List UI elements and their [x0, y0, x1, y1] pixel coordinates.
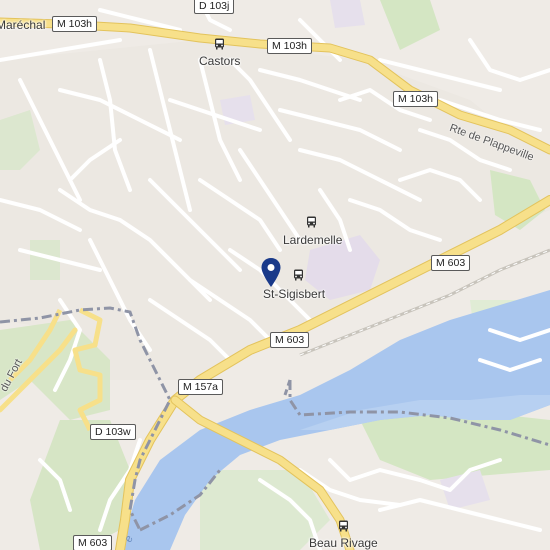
road-shield-m103h: M 103h	[267, 38, 313, 54]
map-viewport[interactable]: D 103j M 103h M 103h M 103h M 603 M 603 …	[0, 0, 550, 550]
road-shield-m103h: M 103h	[52, 16, 98, 32]
bus-stop-icon[interactable]	[338, 520, 349, 532]
road-shield-m157a: M 157a	[178, 379, 224, 395]
place-label-castors[interactable]: Castors	[199, 54, 240, 68]
road-shield-m603: M 603	[73, 535, 113, 550]
place-label-marechal[interactable]: Maréchal	[0, 18, 45, 32]
road-shield-d103j: D 103j	[194, 0, 235, 14]
road-shield-m603: M 603	[431, 255, 471, 271]
bus-stop-icon[interactable]	[306, 216, 317, 228]
bus-stop-icon[interactable]	[293, 269, 304, 281]
bus-stop-icon[interactable]	[214, 38, 225, 50]
place-label-beau-rivage[interactable]: Beau Rivage	[309, 536, 378, 550]
road-shield-m603: M 603	[270, 332, 310, 348]
location-pin-icon[interactable]	[261, 258, 281, 288]
place-label-lardemelle[interactable]: Lardemelle	[283, 233, 342, 247]
road-shield-m103h: M 103h	[393, 91, 439, 107]
place-label-st-sigisbert[interactable]: St-Sigisbert	[263, 287, 325, 301]
road-shield-d103w: D 103w	[90, 424, 136, 440]
